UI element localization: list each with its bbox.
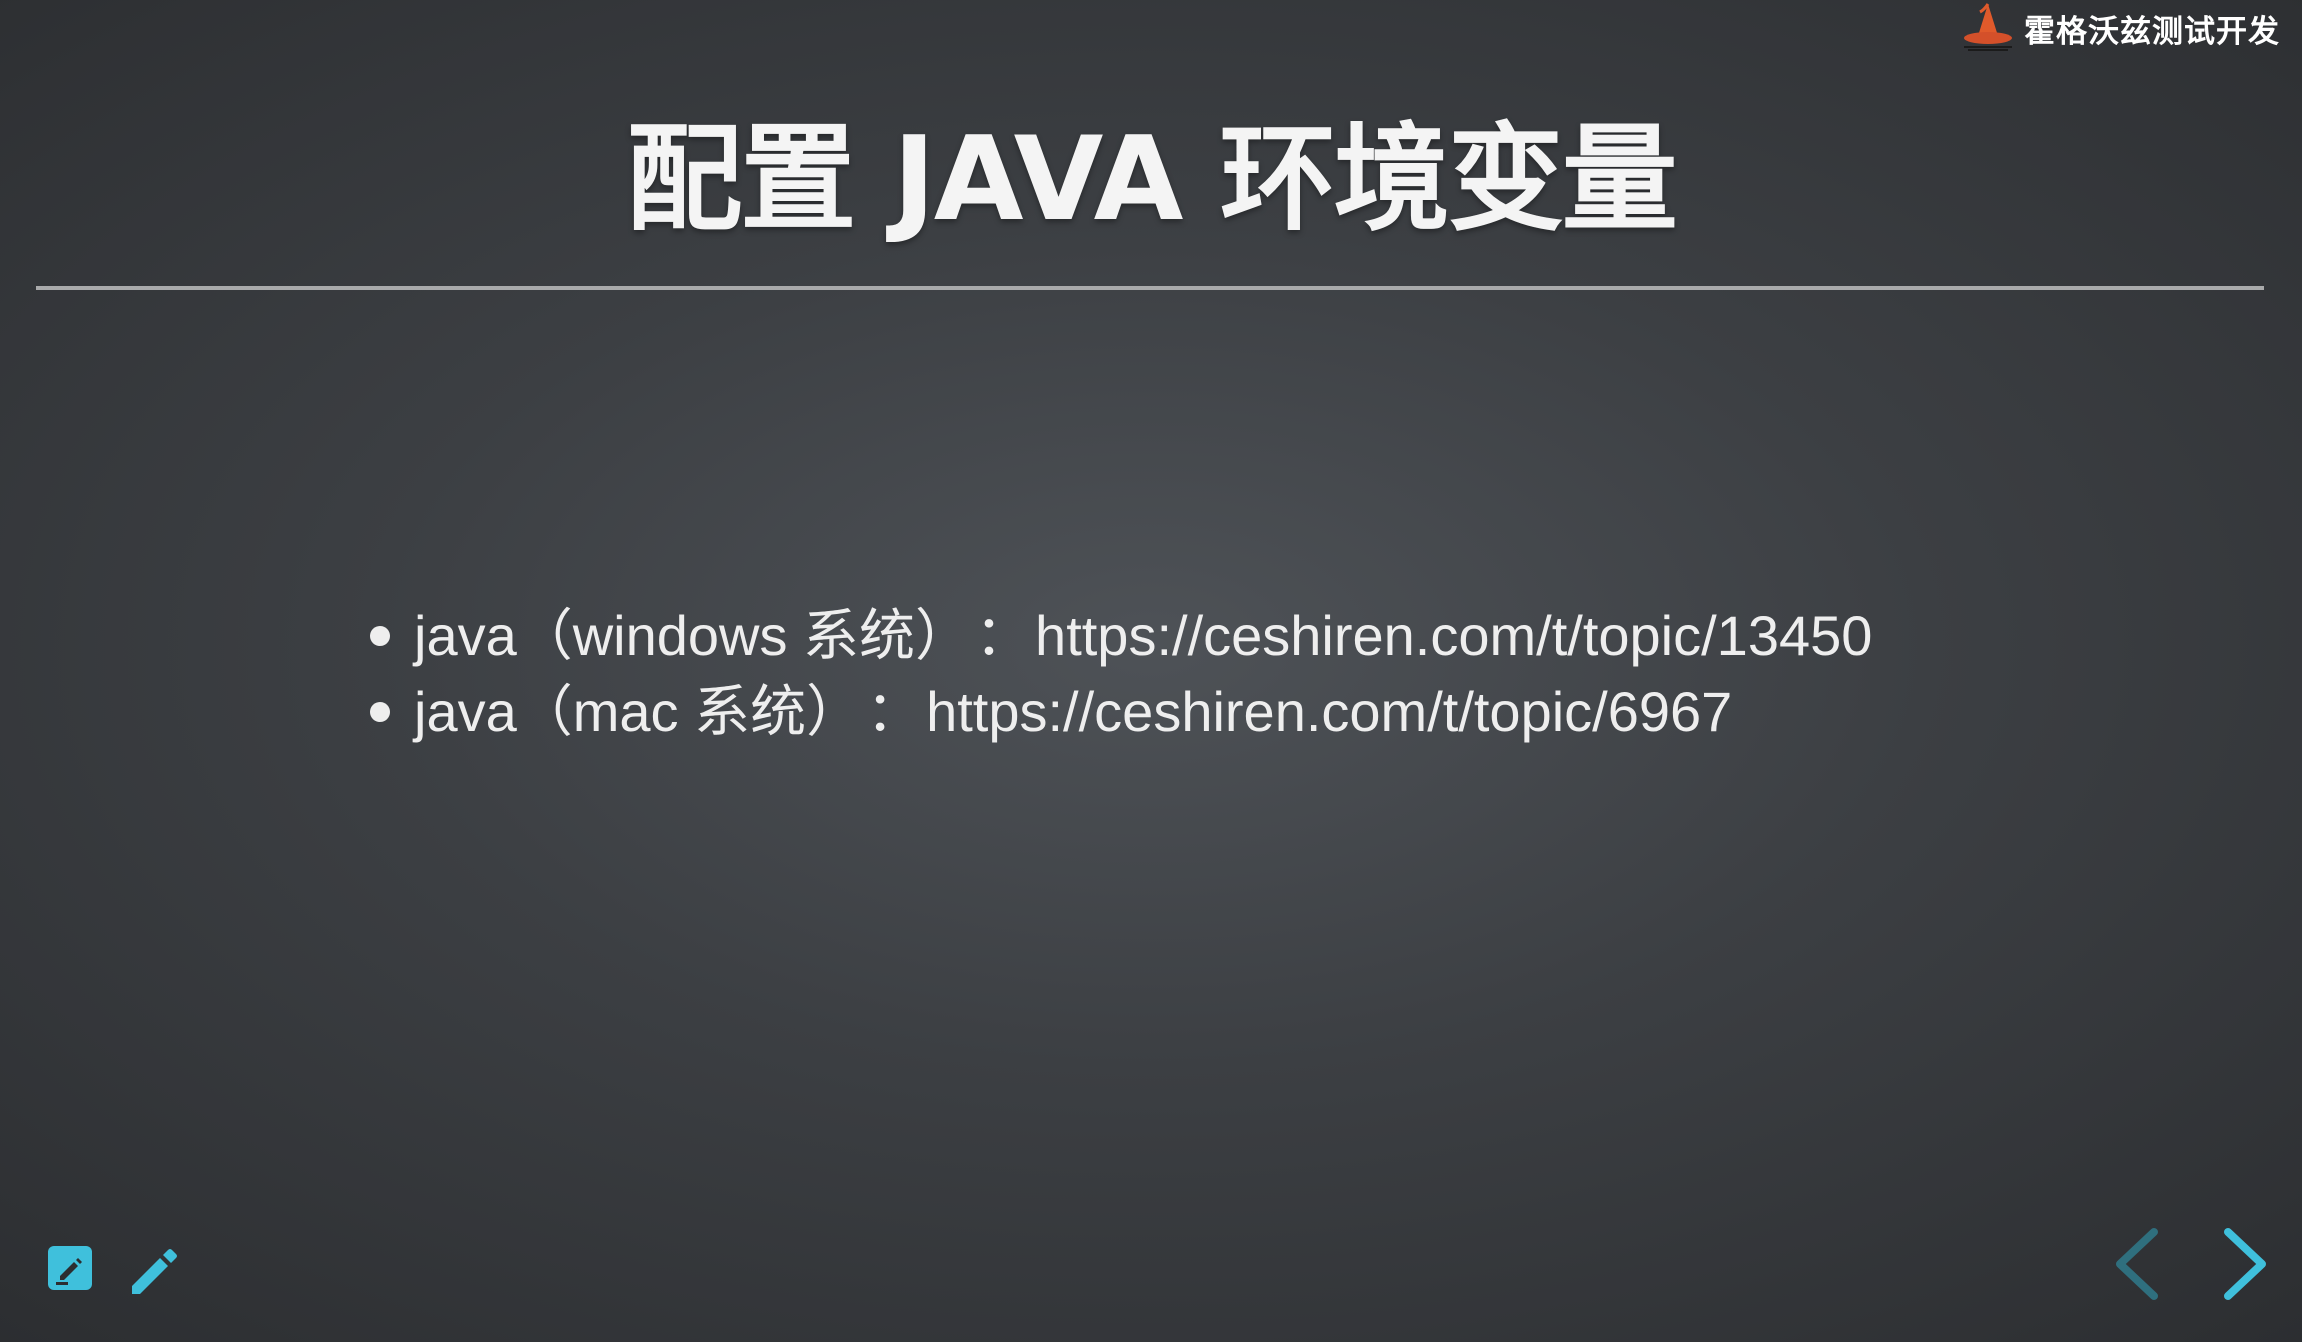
- windows-guide-link[interactable]: https://ceshiren.com/t/topic/13450: [1035, 598, 1872, 674]
- wizard-hat-icon: [1964, 3, 2012, 51]
- title-divider: [36, 286, 2264, 290]
- bullet-dot: [370, 702, 390, 722]
- brand-name: 霍格沃兹测试开发: [2024, 13, 2280, 50]
- bullet-label: java（windows 系统）: [414, 604, 972, 667]
- list-item: java（windows 系统） ： https://ceshiren.com/…: [370, 598, 1872, 674]
- slide-title: 配置 JAVA 环境变量: [626, 112, 1678, 247]
- chevron-left-icon[interactable]: [2110, 1226, 2162, 1302]
- bullet-label: java（mac 系统）: [414, 680, 863, 743]
- list-item: java（mac 系统） ： https://ceshiren.com/t/to…: [370, 674, 1872, 750]
- slide: 霍格沃兹测试开发 配置 JAVA 环境变量 java（windows 系统） ：…: [0, 0, 2302, 1342]
- bullet-list: java（windows 系统） ： https://ceshiren.com/…: [370, 598, 1872, 750]
- bullet-separator: ：: [975, 604, 1032, 667]
- brand: 霍格沃兹测试开发: [1958, 2, 2280, 54]
- chevron-right-icon[interactable]: [2220, 1226, 2272, 1302]
- notes-edit-icon[interactable]: [46, 1244, 94, 1292]
- mac-guide-link[interactable]: https://ceshiren.com/t/topic/6967: [926, 674, 1732, 750]
- bullet-separator: ：: [866, 680, 923, 743]
- bullet-dot: [370, 626, 390, 646]
- pencil-icon[interactable]: [126, 1242, 182, 1298]
